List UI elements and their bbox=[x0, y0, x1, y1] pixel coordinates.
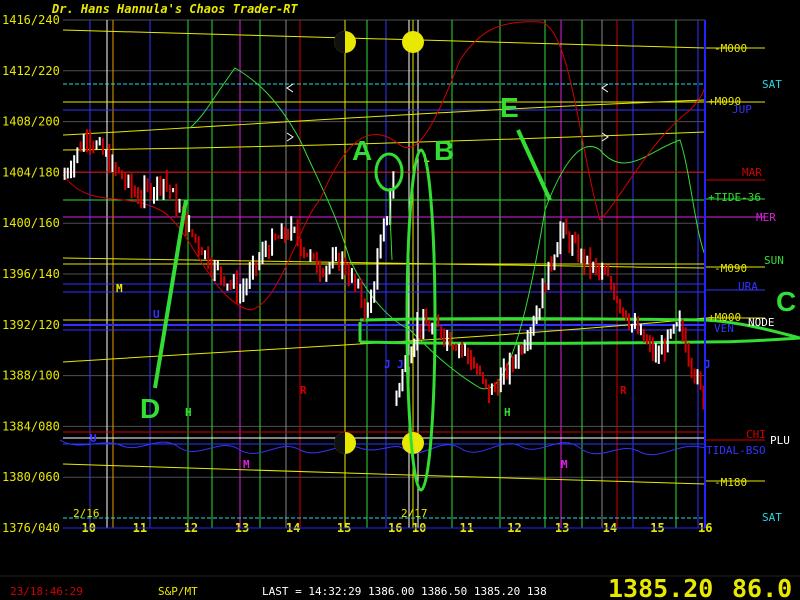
y-tick-label: 1396/140 bbox=[2, 267, 60, 281]
right-label: JUP bbox=[732, 103, 752, 116]
annotation-d: D bbox=[140, 393, 160, 424]
planet-letter: M bbox=[116, 282, 123, 295]
y-tick-label: 1416/240 bbox=[2, 13, 60, 27]
window-title: Dr. Hans Hannula's Chaos Trader-RT bbox=[51, 2, 298, 16]
y-tick-label: 1376/040 bbox=[2, 521, 60, 535]
right-label: VEN bbox=[714, 322, 734, 335]
right-label: +TIDE-36 bbox=[708, 191, 761, 204]
status-symbol: S&P/MT bbox=[158, 585, 198, 598]
planet-letter: H bbox=[504, 406, 511, 419]
right-label: NODE bbox=[748, 316, 775, 329]
planet-letter: J bbox=[384, 358, 391, 371]
date-label: 2/17 bbox=[401, 507, 428, 520]
full-moon-icon bbox=[402, 31, 424, 53]
y-tick-label: 1392/120 bbox=[2, 318, 60, 332]
right-label: CHI bbox=[746, 428, 766, 441]
right-label: -M090 bbox=[714, 262, 747, 275]
right-label: -M000 bbox=[714, 42, 747, 55]
y-tick-label: 1404/180 bbox=[2, 165, 60, 179]
right-label: PLU bbox=[770, 434, 790, 447]
y-tick-label: 1400/160 bbox=[2, 216, 60, 230]
right-label: MAR bbox=[742, 166, 762, 179]
planet-letter: H bbox=[185, 406, 192, 419]
background bbox=[0, 0, 800, 600]
planet-letter: R bbox=[300, 384, 307, 397]
y-tick-label: 1380/060 bbox=[2, 470, 60, 484]
planet-letter: J bbox=[397, 358, 404, 371]
planet-letter: R bbox=[620, 384, 627, 397]
chaos-trader-chart: Dr. Hans Hannula's Chaos Trader-RT UUUJJ… bbox=[0, 0, 800, 600]
annotation-c: C bbox=[776, 286, 796, 317]
y-tick-label: 1408/200 bbox=[2, 115, 60, 129]
y-tick-label: 1388/100 bbox=[2, 369, 60, 383]
y-tick-label: 1412/220 bbox=[2, 64, 60, 78]
planet-letter: M bbox=[561, 458, 568, 471]
annotation-e: E bbox=[500, 92, 519, 123]
status-big-price: 1385.20 bbox=[608, 574, 713, 600]
right-label: -M180 bbox=[714, 476, 747, 489]
y-tick-label: 1384/080 bbox=[2, 419, 60, 433]
status-last-quote: LAST = 14:32:29 1386.00 1386.50 1385.20 … bbox=[262, 585, 547, 598]
planet-letter: M bbox=[243, 458, 250, 471]
right-label: TIDAL-BSO bbox=[706, 444, 766, 457]
date-label: 2/16 bbox=[73, 507, 100, 520]
right-label: SAT bbox=[762, 78, 782, 91]
right-label: MER bbox=[756, 211, 776, 224]
right-label: SAT bbox=[762, 511, 782, 524]
right-label: SUN bbox=[764, 254, 784, 267]
annotation-a: A bbox=[352, 135, 372, 166]
status-clock: 23/18:46:29 bbox=[10, 585, 83, 598]
right-label: URA bbox=[738, 280, 758, 293]
planet-letter: U bbox=[153, 308, 160, 321]
status-big-change: 86.0 bbox=[732, 574, 792, 600]
annotation-b: B bbox=[434, 135, 454, 166]
planet-letter: U bbox=[90, 432, 97, 445]
